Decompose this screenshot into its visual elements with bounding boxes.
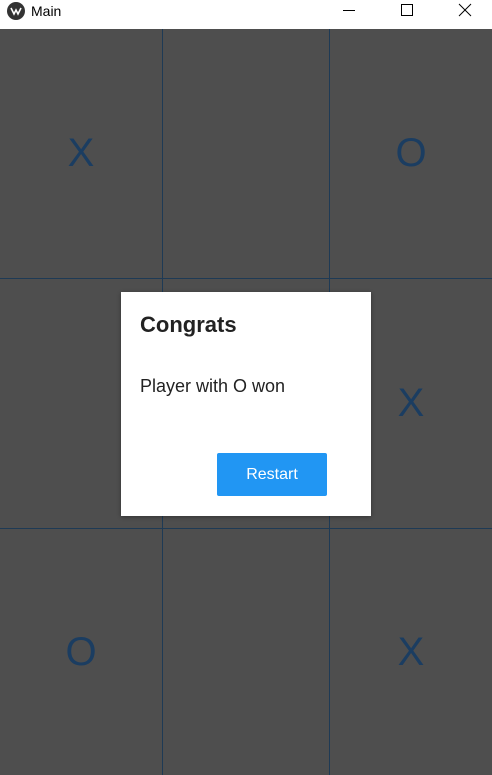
dialog-title: Congrats [140,312,237,337]
window-title: Main [31,3,62,19]
app-logo-icon [7,2,25,20]
maximize-icon [401,4,413,16]
maximize-button[interactable] [378,0,436,22]
board-cell-1-2[interactable] [163,29,329,278]
dialog-message: Player with O won [140,376,286,396]
close-button[interactable] [436,0,492,22]
board-cell-1-3[interactable]: O [330,29,492,278]
minimize-icon [343,10,355,11]
winner-dialog: Congrats Player with O won Restart [121,292,371,516]
restart-button[interactable]: Restart [217,453,327,496]
board-cell-3-1[interactable]: O [0,529,162,775]
board-cell-3-2[interactable] [163,529,329,775]
minimize-button[interactable] [320,0,378,22]
board-cell-1-1[interactable]: X [0,29,162,278]
window-titlebar: Main [0,0,492,29]
close-icon [458,3,472,17]
board-cell-3-3[interactable]: X [330,529,492,775]
